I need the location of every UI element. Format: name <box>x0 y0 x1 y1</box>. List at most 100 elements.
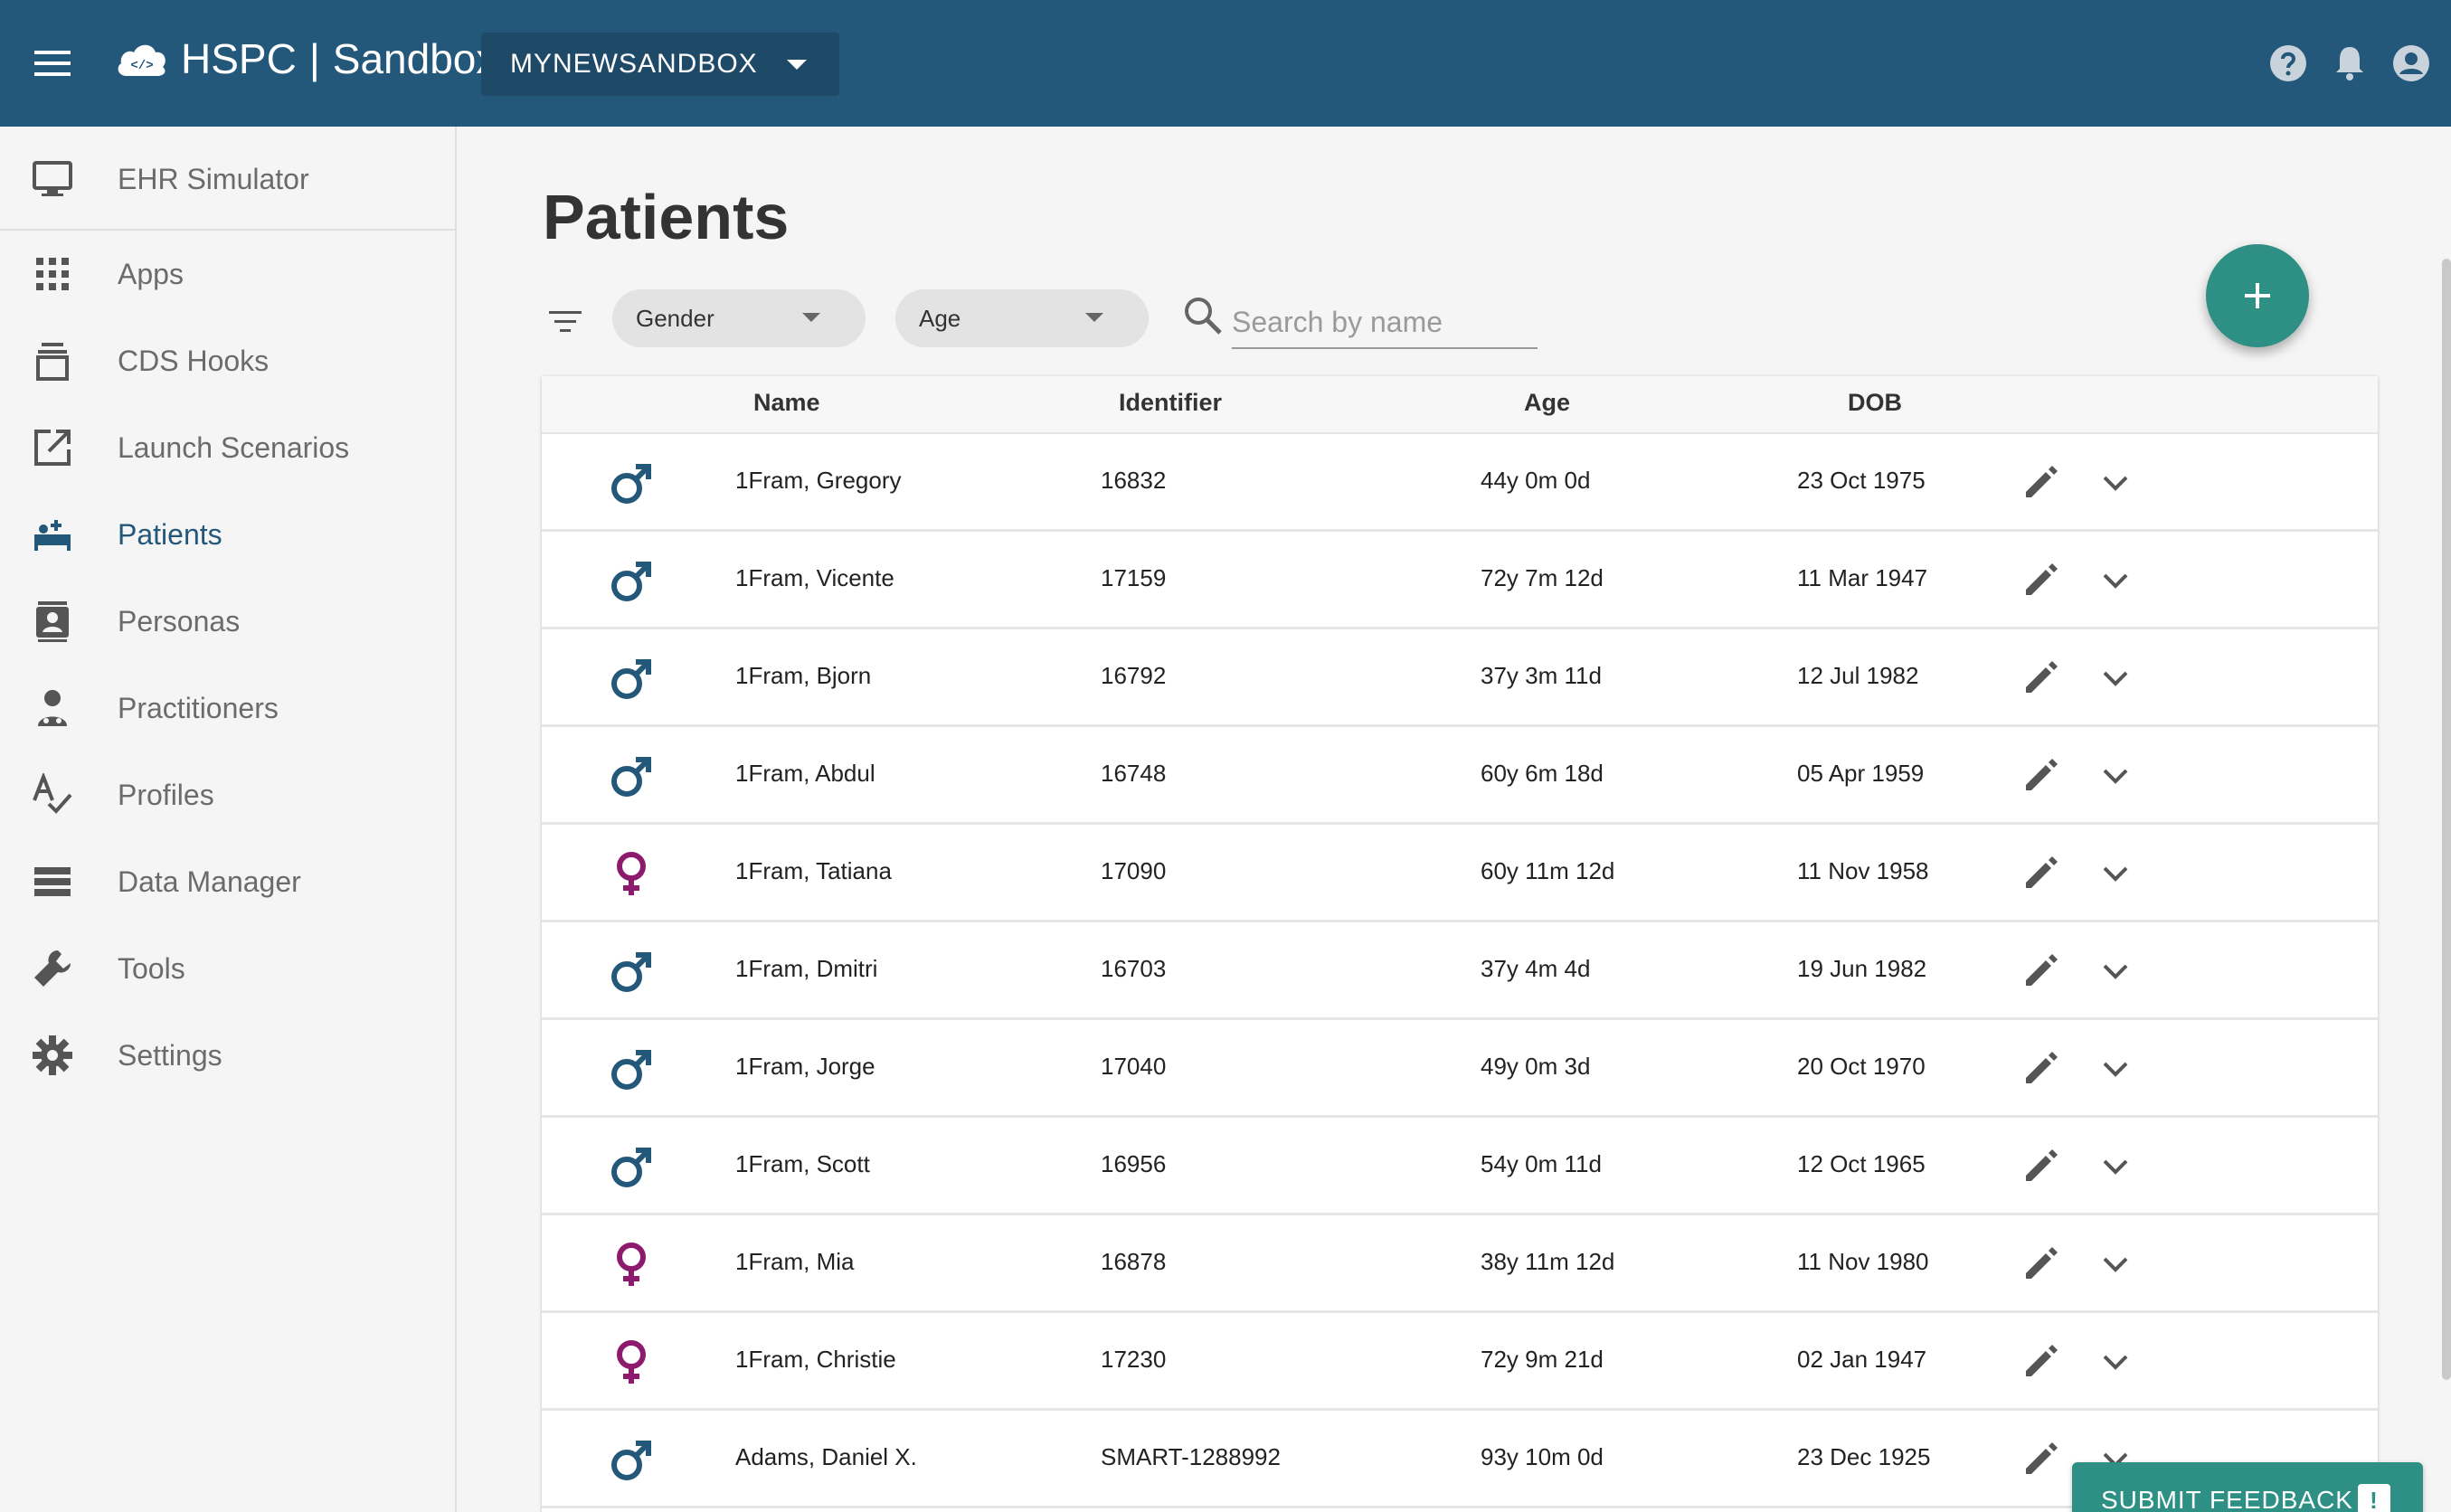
caret-down-icon <box>802 313 820 322</box>
edit-icon[interactable] <box>2020 1438 2062 1479</box>
edit-icon[interactable] <box>2020 1047 2062 1089</box>
patient-identifier: 16748 <box>1101 760 1167 787</box>
patient-name: 1Fram, Vicente <box>735 564 894 591</box>
edit-icon[interactable] <box>2020 950 2062 991</box>
column-header-name[interactable]: Name <box>753 389 820 417</box>
sidebar-item-cds-hooks[interactable]: CDS Hooks <box>0 317 455 404</box>
edit-icon[interactable] <box>2020 1243 2062 1284</box>
table-row[interactable]: 1Fram, Dmitri 16703 37y 4m 4d 19 Jun 1982 <box>542 922 2378 1020</box>
alert-icon: ! <box>2358 1484 2390 1512</box>
sidebar-item-data-manager[interactable]: Data Manager <box>0 838 455 925</box>
table-row[interactable]: 1Fram, Tatiana 17090 60y 11m 12d 11 Nov 195… <box>542 825 2378 922</box>
help-icon[interactable] <box>2266 42 2310 85</box>
bell-icon[interactable] <box>2328 42 2371 85</box>
chevron-down-icon[interactable] <box>2097 855 2134 892</box>
patient-name: 1Fram, Gregory <box>735 467 902 494</box>
sidebar-item-label: Patients <box>118 517 222 551</box>
patient-dob: 02 Jan 1947 <box>1797 1346 1927 1373</box>
sidebar-item-ehr-simulator[interactable]: EHR Simulator <box>0 136 455 222</box>
launch-icon <box>34 430 71 466</box>
table-row[interactable]: 1Fram, Abdul 16748 60y 6m 18d 05 Apr 1959 <box>542 727 2378 825</box>
menu-icon[interactable] <box>33 45 72 81</box>
table-header: Name Identifier Age DOB <box>542 376 2378 434</box>
patient-dob: 12 Oct 1965 <box>1797 1150 1926 1177</box>
sidebar-item-profiles[interactable]: Profiles <box>0 751 455 838</box>
patient-name: 1Fram, Tatiana <box>735 857 892 884</box>
search-icon <box>1185 298 1222 335</box>
sidebar-item-patients[interactable]: Patients <box>0 491 455 578</box>
table-row[interactable]: 1Fram, Mia 16878 38y 11m 12d 11 Nov 1980 <box>542 1215 2378 1313</box>
patient-dob: 11 Mar 1947 <box>1797 564 1928 591</box>
chevron-down-icon[interactable] <box>2097 953 2134 989</box>
chevron-down-icon[interactable] <box>2097 1344 2134 1380</box>
table-row[interactable]: 1Fram, Christie 17230 72y 9m 21d 02 Jan 194… <box>542 1313 2378 1411</box>
column-header-identifier[interactable]: Identifier <box>1119 389 1222 417</box>
chevron-down-icon[interactable] <box>2097 660 2134 696</box>
patient-name: 1Fram, Abdul <box>735 760 875 787</box>
patient-age: 44y 0m 0d <box>1481 467 1591 494</box>
age-filter[interactable]: Age <box>895 289 1149 347</box>
column-header-age[interactable]: Age <box>1524 389 1570 417</box>
chevron-down-icon[interactable] <box>2097 562 2134 599</box>
cloud-code-icon: </> <box>118 44 166 76</box>
female-icon <box>617 852 646 895</box>
account-icon[interactable] <box>2389 42 2433 85</box>
submit-feedback-button[interactable]: SUBMIT FEEDBACK ! <box>2072 1462 2423 1512</box>
gear-icon <box>33 1035 72 1075</box>
patient-dob: 05 Apr 1959 <box>1797 760 1925 787</box>
sidebar-item-label: EHR Simulator <box>118 162 309 195</box>
sidebar-item-label: Tools <box>118 951 185 985</box>
edit-icon[interactable] <box>2020 852 2062 893</box>
hook-icon <box>36 343 69 381</box>
patient-age: 49y 0m 3d <box>1481 1053 1591 1080</box>
sidebar-item-settings[interactable]: Settings <box>0 1012 455 1099</box>
male-icon <box>611 562 651 601</box>
sidebar-item-label: Data Manager <box>118 865 301 898</box>
chevron-down-icon[interactable] <box>2097 1051 2134 1087</box>
sandbox-selector[interactable]: MYNEWSANDBOX <box>481 33 839 96</box>
sidebar-item-label: Settings <box>118 1038 222 1072</box>
patient-identifier: 17090 <box>1101 857 1167 884</box>
patient-dob: 20 Oct 1970 <box>1797 1053 1926 1080</box>
column-header-dob[interactable]: DOB <box>1848 389 1902 417</box>
table-row[interactable]: 1Fram, Bjorn 16792 37y 3m 11d 12 Jul 1982 <box>542 629 2378 727</box>
edit-icon[interactable] <box>2020 1340 2062 1382</box>
table-row[interactable]: 1Fram, Jorge 17040 49y 0m 3d 20 Oct 1970 <box>542 1020 2378 1118</box>
chevron-down-icon[interactable] <box>2097 1148 2134 1185</box>
patient-age: 54y 0m 11d <box>1481 1150 1602 1177</box>
sidebar-item-apps[interactable]: Apps <box>0 231 455 317</box>
app-header: </> HSPC | Sandbox MYNEWSANDBOX <box>0 0 2451 127</box>
filter-icon[interactable] <box>545 302 585 342</box>
contact-icon <box>36 601 69 642</box>
brand-logo[interactable]: </> HSPC | Sandbox <box>114 34 497 83</box>
chevron-down-icon[interactable] <box>2097 1246 2134 1282</box>
patient-age: 38y 11m 12d <box>1481 1248 1615 1275</box>
edit-icon[interactable] <box>2020 559 2062 600</box>
add-patient-button[interactable] <box>2206 244 2309 347</box>
sidebar-item-practitioners[interactable]: Practitioners <box>0 665 455 751</box>
scrollbar[interactable] <box>2442 259 2451 1380</box>
patient-dob: 23 Dec 1925 <box>1797 1443 1931 1470</box>
feedback-label: SUBMIT FEEDBACK <box>2101 1486 2353 1512</box>
female-icon <box>617 1243 646 1286</box>
page-title: Patients <box>543 182 790 252</box>
table-row[interactable]: 1Fram, Gregory 16832 44y 0m 0d 23 Oct 1975 <box>542 434 2378 532</box>
sidebar-item-label: Launch Scenarios <box>118 430 350 464</box>
sidebar-item-personas[interactable]: Personas <box>0 578 455 665</box>
chevron-down-icon[interactable] <box>2097 465 2134 501</box>
sidebar-item-launch-scenarios[interactable]: Launch Scenarios <box>0 404 455 491</box>
patient-name: Adams, Daniel X. <box>735 1443 917 1470</box>
edit-icon[interactable] <box>2020 754 2062 796</box>
edit-icon[interactable] <box>2020 1145 2062 1186</box>
patient-identifier: 17040 <box>1101 1053 1167 1080</box>
gender-filter[interactable]: Gender <box>612 289 866 347</box>
chevron-down-icon[interactable] <box>2097 758 2134 794</box>
edit-icon[interactable] <box>2020 461 2062 503</box>
sidebar-item-tools[interactable]: Tools <box>0 925 455 1012</box>
patient-identifier: 16878 <box>1101 1248 1167 1275</box>
table-row[interactable]: 1Fram, Scott 16956 54y 0m 11d 12 Oct 1965 <box>542 1118 2378 1215</box>
table-row[interactable]: 1Fram, Vicente 17159 72y 7m 12d 11 Mar 1947 <box>542 532 2378 629</box>
svg-text:</>: </> <box>130 59 153 73</box>
edit-icon[interactable] <box>2020 657 2062 698</box>
search-input[interactable] <box>1232 297 1538 349</box>
